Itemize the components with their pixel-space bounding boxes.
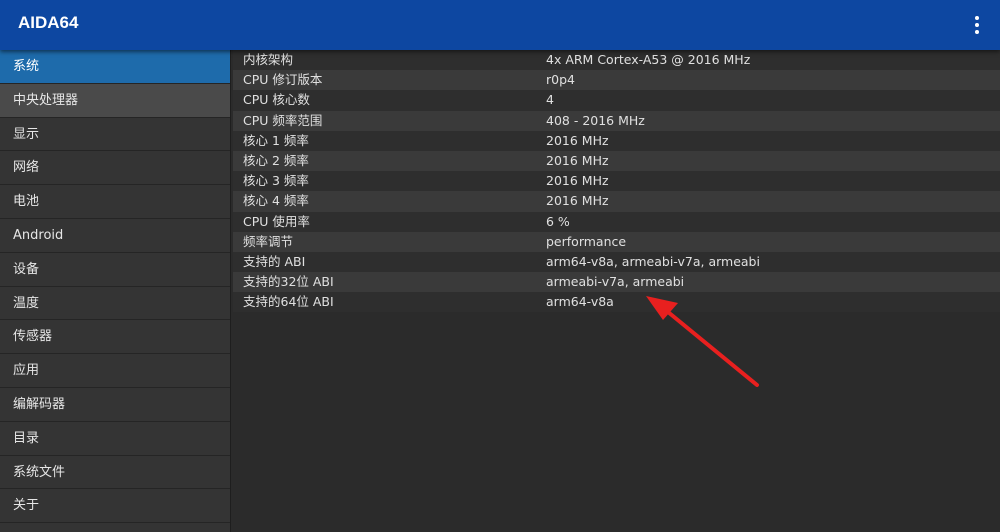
- detail-value: arm64-v8a, armeabi-v7a, armeabi: [546, 253, 760, 269]
- detail-row: 核心 4 频率 2016 MHz: [233, 191, 1000, 212]
- menu-dot: [975, 23, 979, 27]
- detail-key: 核心 3 频率: [243, 173, 309, 189]
- detail-value: 6 %: [546, 213, 570, 229]
- detail-value: 2016 MHz: [546, 173, 609, 189]
- app-bar: AIDA64: [0, 0, 1000, 50]
- detail-row: CPU 使用率 6 %: [233, 211, 1000, 232]
- detail-value: armeabi-v7a, armeabi: [546, 274, 685, 290]
- detail-row: 支持的32位 ABI armeabi-v7a, armeabi: [233, 272, 1000, 293]
- detail-row: 支持的64位 ABI arm64-v8a: [233, 292, 1000, 313]
- menu-dot: [975, 16, 979, 20]
- detail-key: CPU 核心数: [243, 92, 310, 108]
- detail-value: 408 - 2016 MHz: [546, 112, 645, 128]
- detail-key: 支持的32位 ABI: [243, 274, 334, 290]
- detail-row: 核心 1 频率 2016 MHz: [233, 130, 1000, 151]
- detail-row: CPU 修订版本 r0p4: [233, 70, 1000, 91]
- detail-key: 支持的 ABI: [243, 253, 306, 269]
- sidebar-item-battery[interactable]: 电池: [0, 185, 230, 219]
- sidebar-item-about[interactable]: 关于: [0, 489, 230, 524]
- detail-value: 4x ARM Cortex-A53 @ 2016 MHz: [546, 52, 751, 67]
- sidebar-item-temperature[interactable]: 温度: [0, 286, 230, 321]
- sidebar-item-directories[interactable]: 目录: [0, 421, 230, 456]
- sidebar-item-network[interactable]: 网络: [0, 151, 230, 186]
- detail-key: CPU 使用率: [243, 213, 310, 229]
- detail-key: CPU 修订版本: [243, 72, 323, 88]
- detail-key: 核心 1 频率: [243, 132, 309, 148]
- detail-value: performance: [546, 233, 627, 249]
- sidebar-item-codecs[interactable]: 编解码器: [0, 387, 230, 422]
- sidebar: 系统 中央处理器 显示 网络 电池 Android 设备 温度 传感器 应用 编…: [0, 50, 231, 532]
- detail-value: 2016 MHz: [546, 132, 609, 148]
- sidebar-item-display[interactable]: 显示: [0, 117, 230, 152]
- detail-row: 核心 3 频率 2016 MHz: [233, 171, 1000, 192]
- app-title: AIDA64: [18, 13, 79, 32]
- detail-key: 核心 4 频率: [243, 193, 309, 209]
- detail-value: r0p4: [546, 72, 575, 88]
- detail-row: 内核架构 4x ARM Cortex-A53 @ 2016 MHz: [233, 50, 1000, 71]
- sidebar-item-system[interactable]: 系统: [0, 50, 230, 84]
- detail-value: 2016 MHz: [546, 193, 609, 209]
- detail-key: 频率调节: [243, 233, 294, 249]
- detail-row: 频率调节 performance: [233, 231, 1000, 252]
- detail-value: 2016 MHz: [546, 152, 609, 168]
- sidebar-item-android[interactable]: Android: [0, 218, 230, 253]
- sidebar-item-system-files[interactable]: 系统文件: [0, 455, 230, 490]
- detail-row: 核心 2 频率 2016 MHz: [233, 150, 1000, 172]
- detail-value: 4: [546, 92, 554, 108]
- detail-key: 核心 2 频率: [243, 152, 309, 168]
- sidebar-item-apps[interactable]: 应用: [0, 354, 230, 388]
- detail-key: 内核架构: [243, 52, 294, 67]
- detail-row: CPU 频率范围 408 - 2016 MHz: [233, 110, 1000, 131]
- detail-value: arm64-v8a: [546, 294, 614, 310]
- sidebar-item-cpu[interactable]: 中央处理器: [0, 83, 230, 118]
- more-vert-icon[interactable]: [962, 10, 992, 40]
- details-panel: 内核架构 4x ARM Cortex-A53 @ 2016 MHz CPU 修订版…: [233, 50, 1000, 532]
- sidebar-item-sensors[interactable]: 传感器: [0, 320, 230, 355]
- detail-key: 支持的64位 ABI: [243, 294, 334, 310]
- sidebar-item-devices[interactable]: 设备: [0, 252, 230, 287]
- detail-row: CPU 核心数 4: [233, 90, 1000, 111]
- menu-dot: [975, 30, 979, 34]
- detail-key: CPU 频率范围: [243, 112, 323, 128]
- detail-row: 支持的 ABI arm64-v8a, armeabi-v7a, armeabi: [233, 251, 1000, 273]
